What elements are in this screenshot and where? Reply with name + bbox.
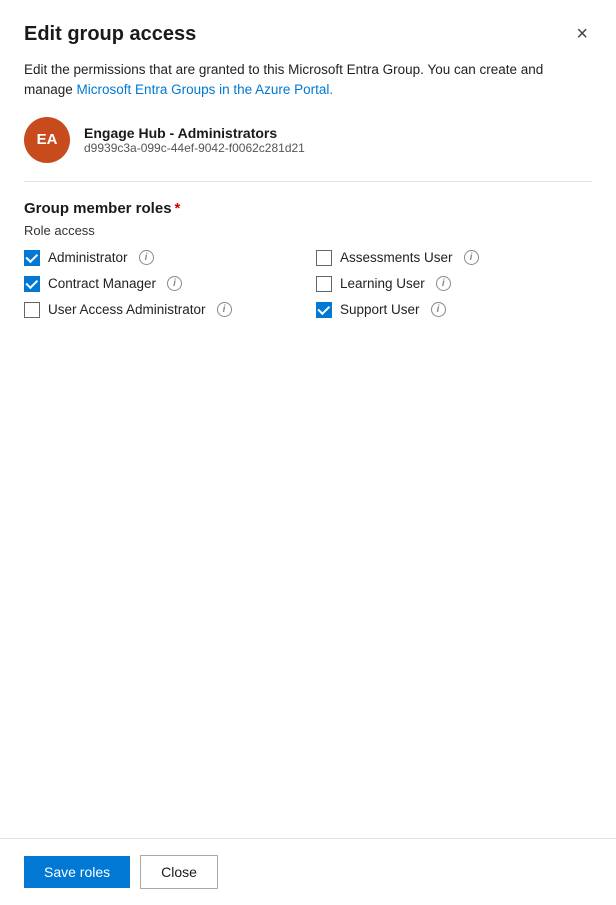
group-info: EA Engage Hub - Administrators d9939c3a-… (24, 117, 592, 163)
divider (24, 181, 592, 182)
description-text: Edit the permissions that are granted to… (24, 60, 592, 101)
avatar: EA (24, 117, 70, 163)
info-icon-support-user[interactable]: i (431, 302, 446, 317)
checkbox-administrator[interactable] (24, 250, 40, 266)
role-label-user-access-administrator: User Access Administrator (48, 302, 206, 317)
info-icon-contract-manager[interactable]: i (167, 276, 182, 291)
role-label-contract-manager: Contract Manager (48, 276, 156, 291)
edit-group-access-dialog: Edit group access × Edit the permissions… (0, 0, 616, 905)
role-item-learning-user: Learning User i (316, 276, 592, 292)
role-label-support-user: Support User (340, 302, 420, 317)
checkbox-support-user[interactable] (316, 302, 332, 318)
info-icon-administrator[interactable]: i (139, 250, 154, 265)
info-icon-assessments-user[interactable]: i (464, 250, 479, 265)
role-item-user-access-administrator: User Access Administrator i (24, 302, 300, 318)
save-roles-button[interactable]: Save roles (24, 856, 130, 888)
info-icon-learning-user[interactable]: i (436, 276, 451, 291)
checkbox-contract-manager[interactable] (24, 276, 40, 292)
role-item-contract-manager: Contract Manager i (24, 276, 300, 292)
required-star: * (175, 200, 181, 217)
role-label-assessments-user: Assessments User (340, 250, 453, 265)
close-icon-button[interactable]: × (572, 20, 592, 48)
dialog-header: Edit group access × (0, 0, 616, 60)
role-access-label: Role access (24, 223, 592, 238)
role-item-assessments-user: Assessments User i (316, 250, 592, 266)
checkbox-assessments-user[interactable] (316, 250, 332, 266)
checkbox-learning-user[interactable] (316, 276, 332, 292)
group-name: Engage Hub - Administrators (84, 125, 305, 141)
group-id: d9939c3a-099c-44ef-9042-f0062c281d21 (84, 141, 305, 155)
dialog-footer: Save roles Close (0, 838, 616, 905)
group-details: Engage Hub - Administrators d9939c3a-099… (84, 125, 305, 155)
roles-section: Group member roles* Role access Administ… (24, 200, 592, 318)
azure-portal-link[interactable]: Microsoft Entra Groups in the Azure Port… (77, 82, 334, 97)
dialog-title: Edit group access (24, 23, 196, 46)
close-button[interactable]: Close (140, 855, 218, 889)
role-item-support-user: Support User i (316, 302, 592, 318)
roles-grid: Administrator i Assessments User i Contr… (24, 250, 592, 318)
role-label-learning-user: Learning User (340, 276, 425, 291)
info-icon-user-access-administrator[interactable]: i (217, 302, 232, 317)
checkbox-user-access-administrator[interactable] (24, 302, 40, 318)
dialog-body: Edit the permissions that are granted to… (0, 60, 616, 838)
role-item-administrator: Administrator i (24, 250, 300, 266)
role-label-administrator: Administrator (48, 250, 128, 265)
section-title: Group member roles* (24, 200, 592, 217)
